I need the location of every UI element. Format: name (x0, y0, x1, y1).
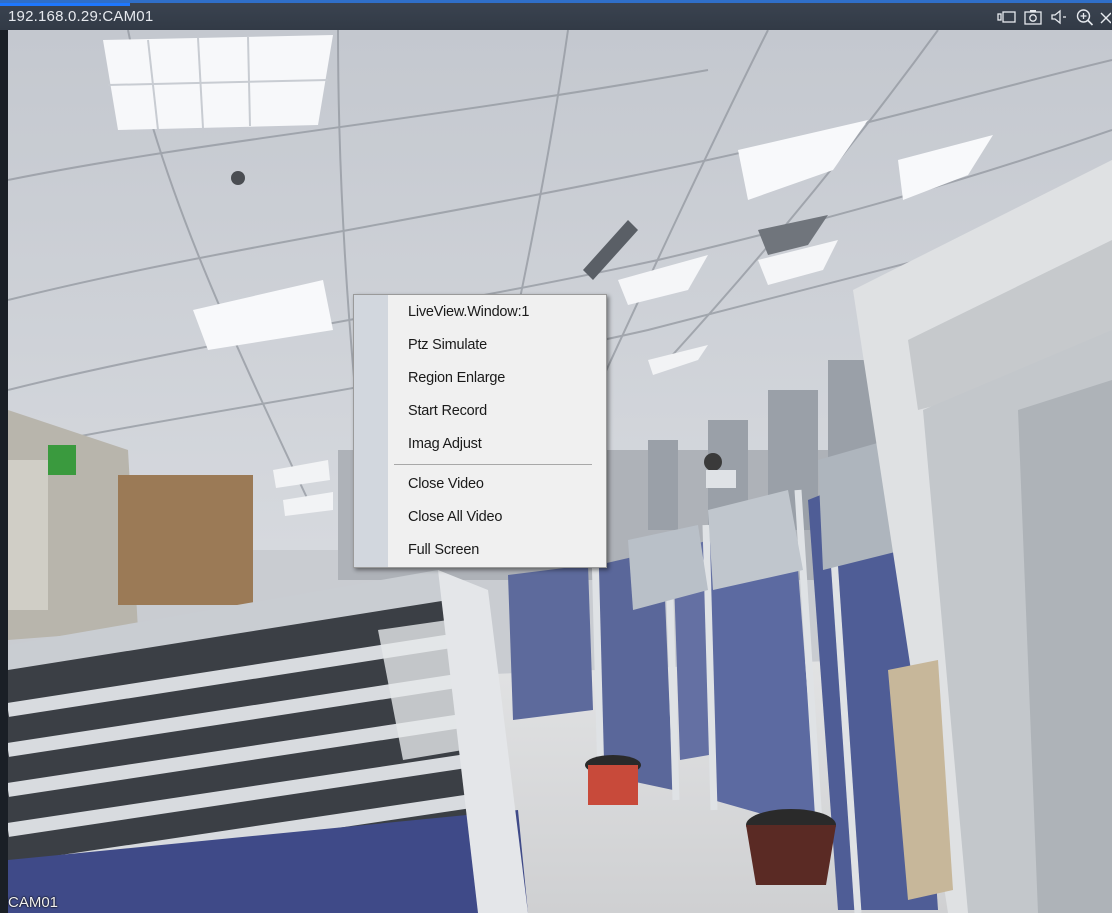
menu-item-liveview-window[interactable]: LiveView.Window:1 (388, 296, 606, 328)
record-icon (997, 9, 1017, 25)
window-title: 192.168.0.29:CAM01 (8, 8, 154, 25)
zoom-in-button[interactable] (1072, 5, 1098, 29)
context-menu-gutter (354, 295, 388, 567)
menu-separator (394, 464, 592, 465)
video-window-titlebar: 192.168.0.29:CAM01 (0, 0, 1112, 30)
menu-item-full-screen[interactable]: Full Screen (388, 534, 606, 566)
video-toolbar (994, 5, 1112, 29)
snapshot-button[interactable] (1020, 5, 1046, 29)
menu-item-close-all-video[interactable]: Close All Video (388, 501, 606, 533)
active-window-indicator (0, 3, 130, 6)
record-button[interactable] (994, 5, 1020, 29)
menu-item-region-enlarge[interactable]: Region Enlarge (388, 362, 606, 394)
menu-item-close-video[interactable]: Close Video (388, 468, 606, 500)
context-menu: LiveView.Window:1 Ptz Simulate Region En… (353, 294, 607, 568)
zoom-in-icon (1075, 8, 1095, 26)
menu-item-ptz-simulate[interactable]: Ptz Simulate (388, 329, 606, 361)
close-button[interactable] (1098, 5, 1112, 29)
menu-item-imag-adjust[interactable]: Imag Adjust (388, 428, 606, 460)
close-icon (1099, 9, 1111, 25)
menu-item-start-record[interactable]: Start Record (388, 395, 606, 427)
audio-button[interactable] (1046, 5, 1072, 29)
channel-label: CAM01 (8, 894, 59, 911)
audio-icon (1049, 9, 1069, 25)
snapshot-icon (1023, 9, 1043, 25)
